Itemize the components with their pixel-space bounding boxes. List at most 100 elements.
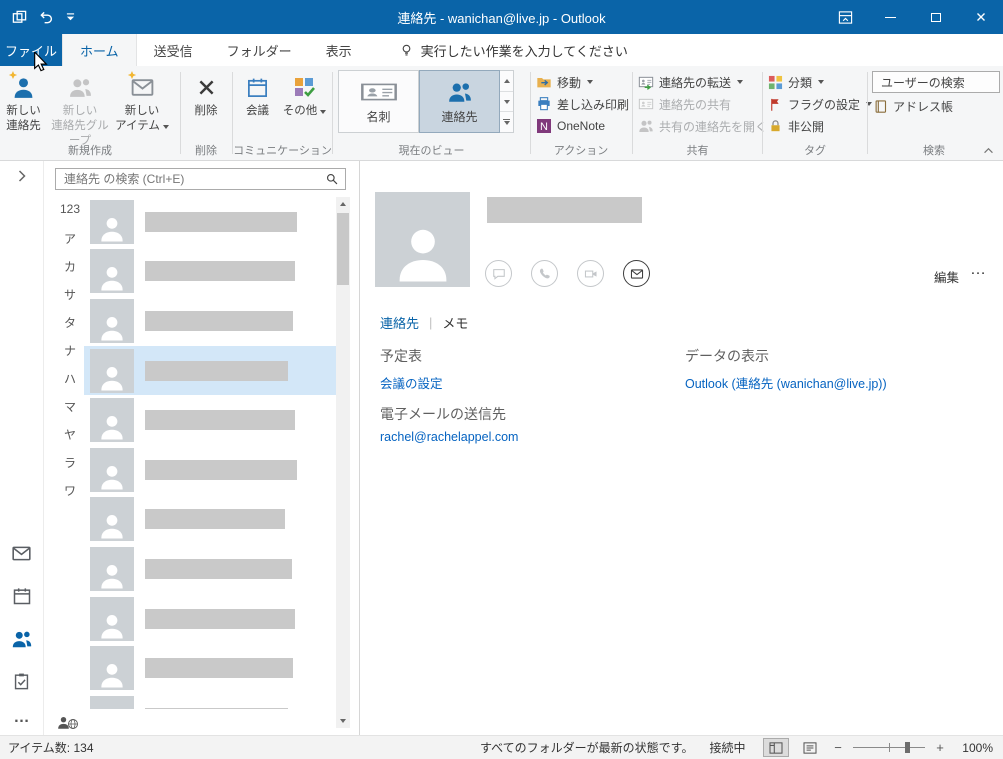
view-gallery-scrollbar[interactable] bbox=[500, 70, 514, 133]
search-icon[interactable] bbox=[325, 172, 339, 186]
contact-list-scrollbar[interactable] bbox=[336, 197, 350, 728]
tab-send-receive[interactable]: 送受信 bbox=[137, 34, 210, 66]
minimize-button[interactable] bbox=[868, 0, 913, 34]
edit-contact-link[interactable]: 編集 bbox=[934, 267, 959, 286]
zoom-level[interactable]: 100% bbox=[955, 741, 993, 755]
collapse-ribbon-icon[interactable] bbox=[983, 147, 994, 154]
scrollbar-thumb[interactable] bbox=[337, 213, 349, 285]
view-business-card-button[interactable]: 名刺 bbox=[338, 70, 419, 133]
alphabet-index-item[interactable]: ナ bbox=[58, 342, 82, 370]
reading-view-button[interactable] bbox=[797, 738, 823, 757]
follow-up-button[interactable]: フラグの設定 bbox=[763, 93, 873, 115]
qat-customize-icon[interactable] bbox=[66, 12, 75, 22]
email-address-link[interactable]: rachel@rachelappel.com bbox=[380, 430, 518, 444]
normal-view-button[interactable] bbox=[763, 738, 789, 757]
contact-list-item[interactable] bbox=[84, 693, 344, 709]
alphabet-index-item[interactable]: ヤ bbox=[58, 426, 82, 454]
tab-contact-card[interactable]: 連絡先 bbox=[380, 313, 419, 332]
ribbon-group-label-share: 共有 bbox=[686, 145, 709, 157]
calendar-icon[interactable] bbox=[12, 586, 32, 606]
categorize-button[interactable]: 分類 bbox=[763, 71, 867, 93]
view-people-button[interactable]: 連絡先 bbox=[419, 70, 500, 133]
gallery-down-icon[interactable] bbox=[500, 92, 513, 113]
alphabet-index-item[interactable]: ワ bbox=[58, 482, 82, 510]
mail-merge-button[interactable]: 差し込み印刷 bbox=[531, 93, 631, 115]
new-contact-group-button[interactable]: 新しい 連絡先グループ bbox=[47, 69, 113, 149]
more-items-button[interactable]: その他 bbox=[280, 69, 330, 119]
expand-folder-pane-icon[interactable] bbox=[0, 170, 43, 182]
contact-list-item[interactable] bbox=[84, 495, 344, 545]
move-button[interactable]: 移動 bbox=[531, 71, 631, 93]
mail-icon[interactable] bbox=[11, 543, 32, 564]
search-people-button[interactable]: ユーザーの検索 bbox=[872, 71, 1000, 93]
meeting-button[interactable]: 会議 bbox=[236, 69, 280, 119]
gallery-more-icon[interactable] bbox=[500, 112, 513, 132]
contact-search-box[interactable] bbox=[55, 168, 346, 190]
open-shared-contacts-button[interactable]: 共有の連絡先を開く bbox=[633, 115, 767, 137]
sync-status: すべてのフォルダーが最新の状態です。 bbox=[480, 741, 694, 755]
scroll-down-icon[interactable] bbox=[336, 714, 350, 728]
alphabet-index-item[interactable]: 123 bbox=[58, 202, 82, 230]
ribbon-display-options-icon[interactable] bbox=[823, 0, 868, 34]
new-contact-icon bbox=[8, 71, 36, 101]
tab-memo[interactable]: メモ bbox=[442, 313, 468, 332]
more-options-icon[interactable]: … bbox=[970, 261, 987, 279]
alphabet-index-item[interactable]: サ bbox=[58, 286, 82, 314]
contact-list-item[interactable] bbox=[84, 247, 344, 297]
contact-avatar-icon bbox=[90, 199, 134, 244]
schedule-meeting-link[interactable]: 会議の設定 bbox=[380, 373, 443, 392]
alphabet-index-item[interactable]: ハ bbox=[58, 370, 82, 398]
zoom-slider[interactable] bbox=[853, 740, 925, 755]
contact-list-item[interactable] bbox=[84, 296, 344, 346]
email-icon[interactable] bbox=[623, 260, 650, 287]
delete-button[interactable]: 削除 bbox=[183, 69, 229, 119]
contact-list-item[interactable] bbox=[84, 395, 344, 445]
forward-contact-button[interactable]: 連絡先の転送 bbox=[633, 71, 762, 93]
ribbon-group-label-delete: 削除 bbox=[195, 145, 217, 157]
gallery-up-icon[interactable] bbox=[500, 71, 513, 92]
new-items-button[interactable]: 新しい アイテム bbox=[113, 69, 171, 134]
zoom-slider-thumb[interactable] bbox=[904, 742, 910, 753]
private-button[interactable]: 非公開 bbox=[763, 115, 867, 137]
dropdown-arrow-icon bbox=[320, 110, 327, 114]
alphabet-index-item[interactable]: ア bbox=[58, 230, 82, 258]
contact-list-item[interactable] bbox=[84, 445, 344, 495]
maximize-button[interactable] bbox=[913, 0, 958, 34]
close-button[interactable] bbox=[958, 0, 1003, 34]
alphabet-index-item[interactable]: ラ bbox=[58, 454, 82, 482]
phone-icon[interactable] bbox=[531, 260, 558, 287]
scroll-up-icon[interactable] bbox=[336, 197, 350, 211]
alphabet-index-item[interactable]: マ bbox=[58, 398, 82, 426]
ribbon-group-new: 新しい 連絡先 新しい 連絡先グループ 新しい アイテム 新規作成 bbox=[0, 66, 180, 160]
contact-list-item[interactable] bbox=[84, 643, 344, 693]
contact-list-item[interactable] bbox=[84, 345, 344, 396]
contact-search-input[interactable] bbox=[62, 171, 325, 187]
tell-me-box[interactable]: 実行したい作業を入力してください bbox=[399, 34, 628, 66]
zoom-out-button[interactable]: − bbox=[831, 740, 845, 755]
send-receive-icon[interactable] bbox=[12, 10, 27, 25]
people-icon[interactable] bbox=[11, 628, 33, 650]
zoom-in-button[interactable]: + bbox=[933, 740, 947, 755]
share-contacts-button[interactable]: 連絡先の共有 bbox=[633, 93, 762, 115]
new-contact-button[interactable]: 新しい 連絡先 bbox=[0, 69, 47, 134]
alphabet-index-item[interactable]: カ bbox=[58, 258, 82, 286]
contact-list-item[interactable] bbox=[84, 544, 344, 594]
chat-icon[interactable] bbox=[485, 260, 512, 287]
tasks-icon[interactable] bbox=[12, 672, 31, 691]
more-apps-icon[interactable]: … bbox=[14, 710, 30, 726]
contact-avatar-icon bbox=[90, 447, 134, 492]
tab-folder[interactable]: フォルダー bbox=[210, 34, 309, 66]
alphabet-index-item[interactable]: タ bbox=[58, 314, 82, 342]
video-icon[interactable] bbox=[577, 260, 604, 287]
onenote-button[interactable]: N OneNote bbox=[531, 115, 631, 137]
view-source-link[interactable]: Outlook (連絡先 (wanichan@live.jp)) bbox=[685, 373, 887, 392]
ribbon-group-current-view: 名刺 連絡先 現在のビュー bbox=[333, 66, 530, 160]
contact-list-item[interactable] bbox=[84, 197, 344, 247]
contact-list-item[interactable] bbox=[84, 594, 344, 644]
tab-home[interactable]: ホーム bbox=[62, 34, 137, 66]
address-book-button[interactable]: アドレス帳 bbox=[868, 95, 1000, 117]
tab-file[interactable]: ファイル bbox=[0, 34, 62, 66]
people-globe-icon[interactable] bbox=[56, 715, 79, 730]
undo-icon[interactable] bbox=[39, 10, 54, 25]
tab-view[interactable]: 表示 bbox=[309, 34, 369, 66]
